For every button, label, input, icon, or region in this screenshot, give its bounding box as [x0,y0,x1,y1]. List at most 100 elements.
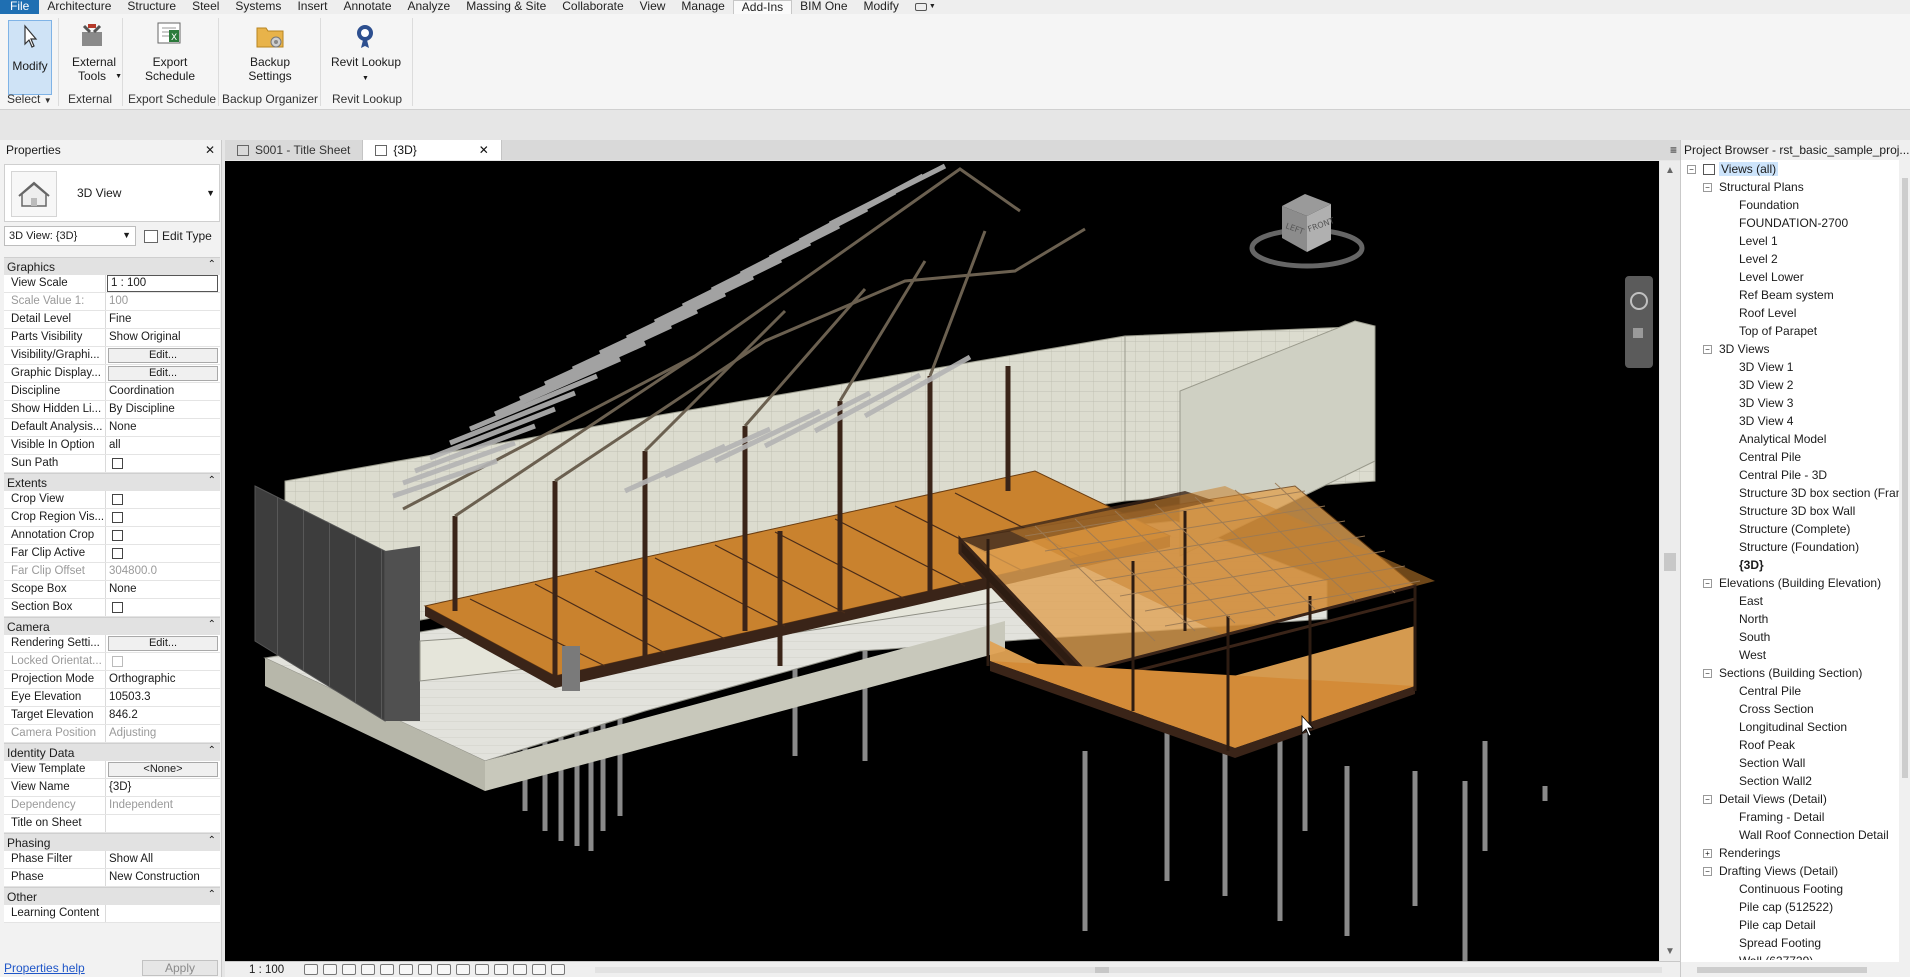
menu-file[interactable]: File [0,0,40,14]
property-edit-button[interactable]: Edit... [108,366,218,381]
group-graphics[interactable]: Graphics ⌃ [4,257,220,275]
reveal-constraints-icon[interactable] [532,964,547,975]
tree-category[interactable]: − Elevations (Building Elevation) [1681,574,1899,592]
property-edit-button[interactable]: <None> [108,762,218,777]
apply-button[interactable]: Apply [142,960,218,976]
property-value[interactable]: 10503.3 [109,691,151,703]
tree-view-item[interactable]: Structure 3D box section (Fran [1681,484,1899,502]
collapse-icon[interactable]: − [1703,344,1712,354]
tree-view-item[interactable]: Level 2 [1681,250,1899,268]
tree-view-item[interactable]: {3D} [1681,556,1899,574]
tree-view-item[interactable]: South [1681,628,1899,646]
tree-view-item[interactable]: Ref Beam system [1681,286,1899,304]
menu-annotate[interactable]: Annotate [335,0,399,14]
tree-category[interactable]: − Detail Views (Detail) [1681,790,1899,808]
menu-insert[interactable]: Insert [289,0,335,14]
export-schedule-button[interactable]: X Export Schedule [126,20,214,83]
tree-view-item[interactable]: Pile cap (512522) [1681,898,1899,916]
close-tab-icon[interactable]: ✕ [479,143,489,157]
property-value[interactable]: all [109,439,121,451]
property-checkbox[interactable] [112,602,123,613]
temporary-view-icon[interactable] [551,964,566,975]
tree-view-item[interactable]: Spread Footing [1681,934,1899,952]
chevron-down-icon[interactable]: ▼ [206,188,215,198]
property-value[interactable]: {3D} [109,781,131,793]
tree-view-item[interactable]: Top of Parapet [1681,322,1899,340]
tree-category[interactable]: − Drafting Views (Detail) [1681,862,1899,880]
close-icon[interactable]: ✕ [205,143,215,157]
tree-view-item[interactable]: Wall (627729) [1681,952,1899,960]
view-tab[interactable]: {3D} ✕ [363,140,502,160]
menu-bim-one[interactable]: BIM One [792,0,855,14]
tree-view-item[interactable]: Level 1 [1681,232,1899,250]
browser-horizontal-scrollbar[interactable] [1681,962,1899,977]
tree-view-item[interactable]: 3D View 3 [1681,394,1899,412]
tree-view-item[interactable]: Foundation [1681,196,1899,214]
property-value[interactable]: By Discipline [109,403,175,415]
menu-steel[interactable]: Steel [184,0,227,14]
browser-vertical-scrollbar[interactable] [1899,160,1910,977]
menu-view[interactable]: View [632,0,674,14]
menu-collaborate[interactable]: Collaborate [554,0,631,14]
menu-structure[interactable]: Structure [119,0,184,14]
tree-category[interactable]: − Sections (Building Section) [1681,664,1899,682]
tree-view-item[interactable]: Longitudinal Section [1681,718,1899,736]
tree-view-item[interactable]: Structure (Complete) [1681,520,1899,538]
temp-hide-icon[interactable] [456,964,471,975]
property-checkbox[interactable] [112,512,123,523]
group-identity-data[interactable]: Identity Data ⌃ [4,743,220,761]
property-value[interactable]: 846.2 [109,709,138,721]
canvas-horizontal-scrollbar[interactable] [595,967,1662,973]
menu-modify[interactable]: Modify [856,0,907,14]
collapse-icon[interactable]: ⌃ [208,619,216,630]
properties-help-link[interactable]: Properties help [4,961,85,975]
collapse-icon[interactable]: ⌃ [208,835,216,846]
view-instance-selector[interactable]: 3D View: {3D} ▼ [4,226,136,246]
tree-view-item[interactable]: Section Wall [1681,754,1899,772]
collapse-icon[interactable]: − [1703,794,1712,804]
tree-view-item[interactable]: 3D View 2 [1681,376,1899,394]
tree-view-item[interactable]: Central Pile [1681,448,1899,466]
collapse-icon[interactable]: ⌃ [208,259,216,270]
collapse-icon[interactable]: ⌃ [208,475,216,486]
tree-view-item[interactable]: Framing - Detail [1681,808,1899,826]
tree-view-item[interactable]: Level Lower [1681,268,1899,286]
menu-systems[interactable]: Systems [227,0,289,14]
tree-view-item[interactable]: Analytical Model [1681,430,1899,448]
property-checkbox[interactable] [112,548,123,559]
tree-view-item[interactable]: North [1681,610,1899,628]
crop-view-icon[interactable] [399,964,414,975]
lock-view-icon[interactable] [437,964,452,975]
collapse-icon[interactable]: − [1703,866,1712,876]
property-checkbox[interactable] [112,530,123,541]
tree-view-item[interactable]: Roof Level [1681,304,1899,322]
tree-view-item[interactable]: Structure 3D box Wall [1681,502,1899,520]
menu-add-ins[interactable]: Add-Ins [732,0,793,14]
collapse-icon[interactable]: ⌃ [208,889,216,900]
visual-style-icon[interactable] [323,964,338,975]
tree-view-item[interactable]: Continuous Footing [1681,880,1899,898]
analytical-model-icon[interactable] [494,964,509,975]
menu-massing-site[interactable]: Massing & Site [458,0,554,14]
show-crop-icon[interactable] [418,964,433,975]
revit-lookup-button[interactable]: Revit Lookup ▼ [328,20,404,82]
property-edit-button[interactable]: Edit... [108,636,218,651]
property-value[interactable]: Show All [109,853,153,865]
property-value[interactable]: Orthographic [109,673,175,685]
tree-view-item[interactable]: Structure (Foundation) [1681,538,1899,556]
tree-view-item[interactable]: East [1681,592,1899,610]
tree-category[interactable]: − Structural Plans [1681,178,1899,196]
tree-view-item[interactable]: Section Wall2 [1681,772,1899,790]
tree-view-item[interactable]: Roof Peak [1681,736,1899,754]
property-value[interactable]: Show Original [109,331,181,343]
rendering-icon[interactable] [380,964,395,975]
canvas-vertical-scrollbar[interactable]: ▲ ▼ [1660,161,1680,961]
collapse-icon[interactable]: − [1703,668,1712,678]
type-selector[interactable]: 3D View ▼ [4,164,220,222]
collapse-icon[interactable]: − [1687,164,1696,174]
group-extents[interactable]: Extents ⌃ [4,473,220,491]
tree-view-item[interactable]: Central Pile [1681,682,1899,700]
detail-level-icon[interactable] [304,964,319,975]
highlight-displacement-icon[interactable] [513,964,528,975]
panel-select[interactable]: Select ▼ [7,92,52,106]
